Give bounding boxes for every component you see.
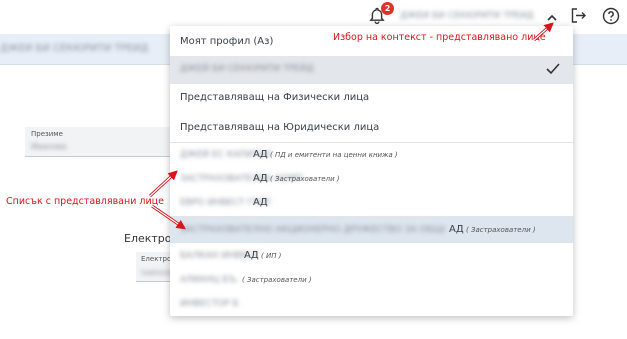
context-selection-annotation: Избор на контекст - представлявано лице [333, 32, 546, 43]
entity-category: ( ИП ) [261, 252, 282, 260]
entity-suffix: АД [253, 149, 268, 160]
entity-suffix: АД [449, 224, 464, 235]
entity-suffix: АД [253, 197, 268, 208]
middle-name-field[interactable]: Презиме Иванова [25, 127, 175, 157]
menu-item-represent-legal-entities[interactable]: Представляващ на Юридически лица [170, 114, 573, 142]
logout-icon[interactable] [570, 7, 587, 24]
represented-list-annotation: Списък с представлявани лице [6, 196, 164, 207]
entity-item[interactable]: АЛИАНЦ БЪЛГАРИЯ ( Застрахователи ) [170, 267, 573, 293]
entity-name: ИНВЕСТОР БГ [180, 299, 238, 309]
entity-category: ( ПД и емитенти на ценни книжа ) [270, 151, 398, 159]
menu-item-label: ДЖЕЙ БИ СЕКЮРИТИ ТРЕЙД [180, 64, 314, 74]
menu-item-label: Представляващ на Юридически лица [180, 122, 380, 133]
entity-name: ЗАСТРАХОВАТЕЛНО АКЦИОНЕРНО ДРУЖЕСТВО ЗА … [180, 225, 445, 235]
entity-item[interactable]: БАЛКАН ИНВЕСТ АД ( ИП ) [170, 243, 573, 269]
entity-suffix: АД [253, 173, 268, 184]
chevron-up-icon[interactable] [546, 9, 558, 21]
entity-item[interactable]: ЗАСТРАХОВАТЕЛНО АКЦИОНЕРНО ДРУЖЕСТВО ЗА … [170, 217, 573, 243]
help-icon[interactable] [602, 7, 620, 25]
entity-item[interactable]: ЕВРО ИНВЕСТ ГРУП АД [170, 190, 573, 216]
menu-item-represent-individuals[interactable]: Представляващ на Физически лица [170, 84, 573, 112]
entity-item[interactable]: ДЖЕЙ ЕС КАПИТАЛ АД ( ПД и емитенти на це… [170, 142, 573, 168]
context-selector-name[interactable]: ДЖЕЙ БИ СЕКЮРИТИ ТРЕЙД [400, 11, 542, 21]
context-dropdown-menu: Моят профил (Аз) ДЖЕЙ БИ СЕКЮРИТИ ТРЕЙД … [170, 26, 573, 316]
entity-name: АЛИАНЦ БЪЛГАРИЯ [180, 275, 238, 285]
checkmark-icon [545, 62, 561, 76]
entity-category: ( Застрахователи ) [270, 175, 340, 183]
menu-item-label: Моят профил (Аз) [180, 36, 274, 47]
middle-name-label: Презиме [31, 130, 63, 138]
menu-item-selected-context[interactable]: ДЖЕЙ БИ СЕКЮРИТИ ТРЕЙД [170, 56, 573, 84]
entity-item[interactable]: ЗАСТРАХОВАТЕЛНА КОМП АД ( Застрахователи… [170, 166, 573, 192]
entity-category: ( Застрахователи ) [242, 276, 312, 284]
notification-count-badge: 2 [381, 2, 394, 15]
middle-name-value: Иванова [31, 142, 67, 151]
banner-title: ДЖЕЙ БИ СЕКЮРИТИ ТРЕЙД [0, 43, 149, 54]
email-value: ivanova [141, 268, 173, 277]
section-heading: Електро [124, 232, 172, 245]
menu-item-label: Представляващ на Физически лица [180, 92, 370, 103]
entity-item[interactable]: ИНВЕСТОР БГ [170, 291, 573, 316]
entity-suffix: АД [244, 250, 259, 261]
entity-category: ( Застрахователи ) [466, 226, 536, 234]
